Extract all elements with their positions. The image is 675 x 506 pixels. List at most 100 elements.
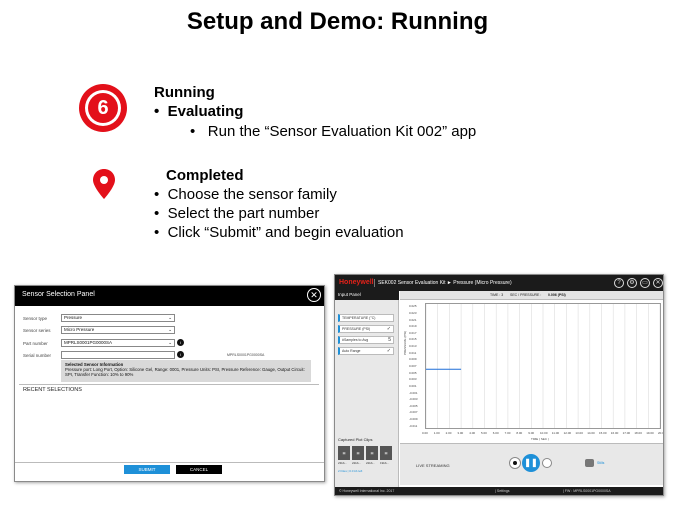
close-icon[interactable]: ✕ (307, 288, 321, 302)
y-tick-label: -0.007 (409, 410, 418, 415)
clip-thumbnail[interactable]: ▤ (380, 446, 392, 460)
camera-icon[interactable] (585, 459, 594, 467)
clip-label: 22kb... (352, 461, 362, 465)
status-bar: © Honeywell International Inc. 2017 | Se… (335, 487, 663, 495)
channel-temperature[interactable]: TEMPERATURE (°C) (338, 314, 394, 322)
sensor-evaluation-app-screenshot: Honeywell SEK002 Sensor Evaluation Kit ►… (334, 274, 664, 496)
channel-pressure[interactable]: PRESSURE (PSI) ✓ (338, 325, 394, 333)
y-tick-label: 0.019 (409, 324, 417, 329)
clip-thumbnail[interactable]: ▤ (338, 446, 350, 460)
captured-clips-heading: Captured Plot Clips (338, 437, 373, 442)
sensor-series-select[interactable]: Micro Pressure ⌄ (61, 326, 175, 334)
x-tick-label: 15.00 (599, 431, 607, 435)
chevron-down-icon: ⌄ (168, 327, 172, 332)
app-title: SEK002 Sensor Evaluation Kit ► Pressure … (378, 280, 512, 286)
help-icon[interactable]: ? (614, 278, 624, 288)
pressure-readout-label: SEC / PRESSURE : (510, 293, 542, 297)
sensor-series-label: Sensor series (23, 328, 51, 333)
checkbox-pressure[interactable]: ✓ (387, 326, 391, 332)
x-tick-label: 5.00 (481, 431, 487, 435)
app-title-bar: Honeywell SEK002 Sensor Evaluation Kit ►… (335, 275, 663, 291)
divider (15, 462, 324, 463)
cancel-button[interactable]: CANCEL (176, 465, 222, 474)
y-tick-label: -0.001 (409, 390, 418, 395)
x-tick-label: 2.00 (445, 431, 452, 435)
stills-label[interactable]: Stills (597, 461, 604, 465)
clip-thumbnail[interactable]: ▤ (352, 446, 364, 460)
slide-title: Setup and Demo: Running (186, 8, 489, 35)
y-tick-label: 0.025 (409, 304, 417, 309)
clip-label: 22kb... (366, 461, 376, 465)
input-panel-title: Input Panel (338, 292, 361, 297)
completed-bullet-2: • Select the part number (154, 205, 320, 222)
chevron-down-icon: ⌄ (168, 315, 172, 320)
record-button[interactable] (509, 457, 521, 469)
y-tick-label: -0.005 (409, 403, 418, 408)
stop-button[interactable] (542, 458, 552, 468)
x-tick-label: 10.00 (540, 431, 548, 435)
sensor-type-label: Sensor type (23, 316, 48, 321)
sensor-type-select[interactable]: Pressure ⌄ (61, 314, 175, 322)
submit-button[interactable]: SUBMIT (124, 465, 170, 474)
y-tick-label: 0.011 (409, 350, 417, 355)
serial-number-input[interactable] (61, 351, 175, 359)
x-tick-label: 13.00 (575, 431, 583, 435)
location-pin-icon (93, 169, 115, 199)
chevron-down-icon: ⌄ (168, 340, 172, 345)
y-tick-label: 0.009 (409, 357, 417, 362)
readout-bar: TIME : 3 SEC / PRESSURE : 0.006 (PSI) (400, 291, 663, 300)
bullet-evaluating: • Evaluating (154, 103, 244, 120)
gear-icon[interactable]: ⚙ (627, 278, 637, 288)
y-tick-label: 0.005 (409, 370, 417, 375)
checkbox-auto-range[interactable]: ✓ (387, 348, 391, 354)
y-tick-label: 0.013 (409, 344, 417, 349)
samples-stepper[interactable]: 5 (388, 337, 391, 343)
panel-header: Sensor Selection Panel ✕ (15, 286, 324, 306)
window-icon[interactable]: ▭ (640, 278, 650, 288)
y-tick-label: 0.021 (409, 317, 417, 322)
y-tick-label: 0.003 (409, 377, 417, 382)
live-streaming-label: LIVE STREAMING (416, 463, 450, 468)
step-number-badge: 6 (79, 84, 127, 132)
x-tick-label: 20.0 (658, 431, 664, 435)
y-axis-label: PRESSURE (PSI) (403, 330, 407, 355)
x-tick-label: 7.00 (504, 431, 511, 435)
honeywell-logo: Honeywell (339, 279, 374, 286)
clip-thumbnail[interactable]: ▤ (366, 446, 378, 460)
y-tick-label: -0.011 (409, 423, 418, 428)
info-icon[interactable]: i (177, 339, 184, 346)
part-number-label: Part number (23, 341, 48, 346)
recent-selections-heading: RECENT SELECTIONS (23, 387, 82, 393)
copyright-text: © Honeywell International Inc. 2017 (339, 489, 395, 493)
divider (19, 384, 319, 385)
completed-bullet-3: • Click “Submit” and begin evaluation (154, 224, 404, 241)
x-tick-label: 8.00 (516, 431, 523, 435)
y-tick-label: -0.009 (409, 417, 418, 422)
sensor-selection-panel-screenshot: Sensor Selection Panel ✕ Sensor type Pre… (14, 285, 325, 482)
part-number-select[interactable]: MPRLS0001PG0000SA ⌄ (61, 339, 175, 347)
serial-number-label: Serial number (23, 353, 52, 358)
x-axis-label: TIME ( SEC ) (531, 437, 549, 441)
x-tick-label: 9.00 (528, 431, 535, 435)
x-tick-label: 19.00 (646, 431, 654, 435)
y-tick-label: 0.007 (409, 364, 417, 368)
y-tick-label: -0.003 (409, 397, 418, 402)
x-tick-label: 16.00 (610, 431, 619, 435)
pause-button[interactable]: ❚❚ (522, 454, 540, 472)
samples-to-average[interactable]: #Samples to Avg 5 (338, 336, 394, 344)
x-tick-label: 1.00 (433, 431, 440, 435)
selected-sensor-info: Selected Sensor Information Pressure por… (61, 360, 311, 382)
clip-label: 23kb... (338, 461, 348, 465)
close-icon[interactable]: ✕ (653, 278, 663, 288)
x-tick-label: 18.00 (634, 431, 642, 435)
auto-range[interactable]: Auto Range ✓ (338, 347, 394, 355)
y-tick-label: 0.001 (409, 383, 417, 388)
clip-label: 19kb... (380, 461, 390, 465)
y-tick-label: 0.015 (409, 337, 417, 342)
settings-link[interactable]: | Settings (495, 489, 510, 493)
x-tick-label: 4.00 (469, 431, 476, 435)
panel-title: Sensor Selection Panel (22, 291, 95, 298)
x-tick-label: 12.00 (563, 431, 572, 435)
time-readout: TIME : 3 (490, 293, 504, 297)
info-icon[interactable]: i (177, 351, 184, 358)
